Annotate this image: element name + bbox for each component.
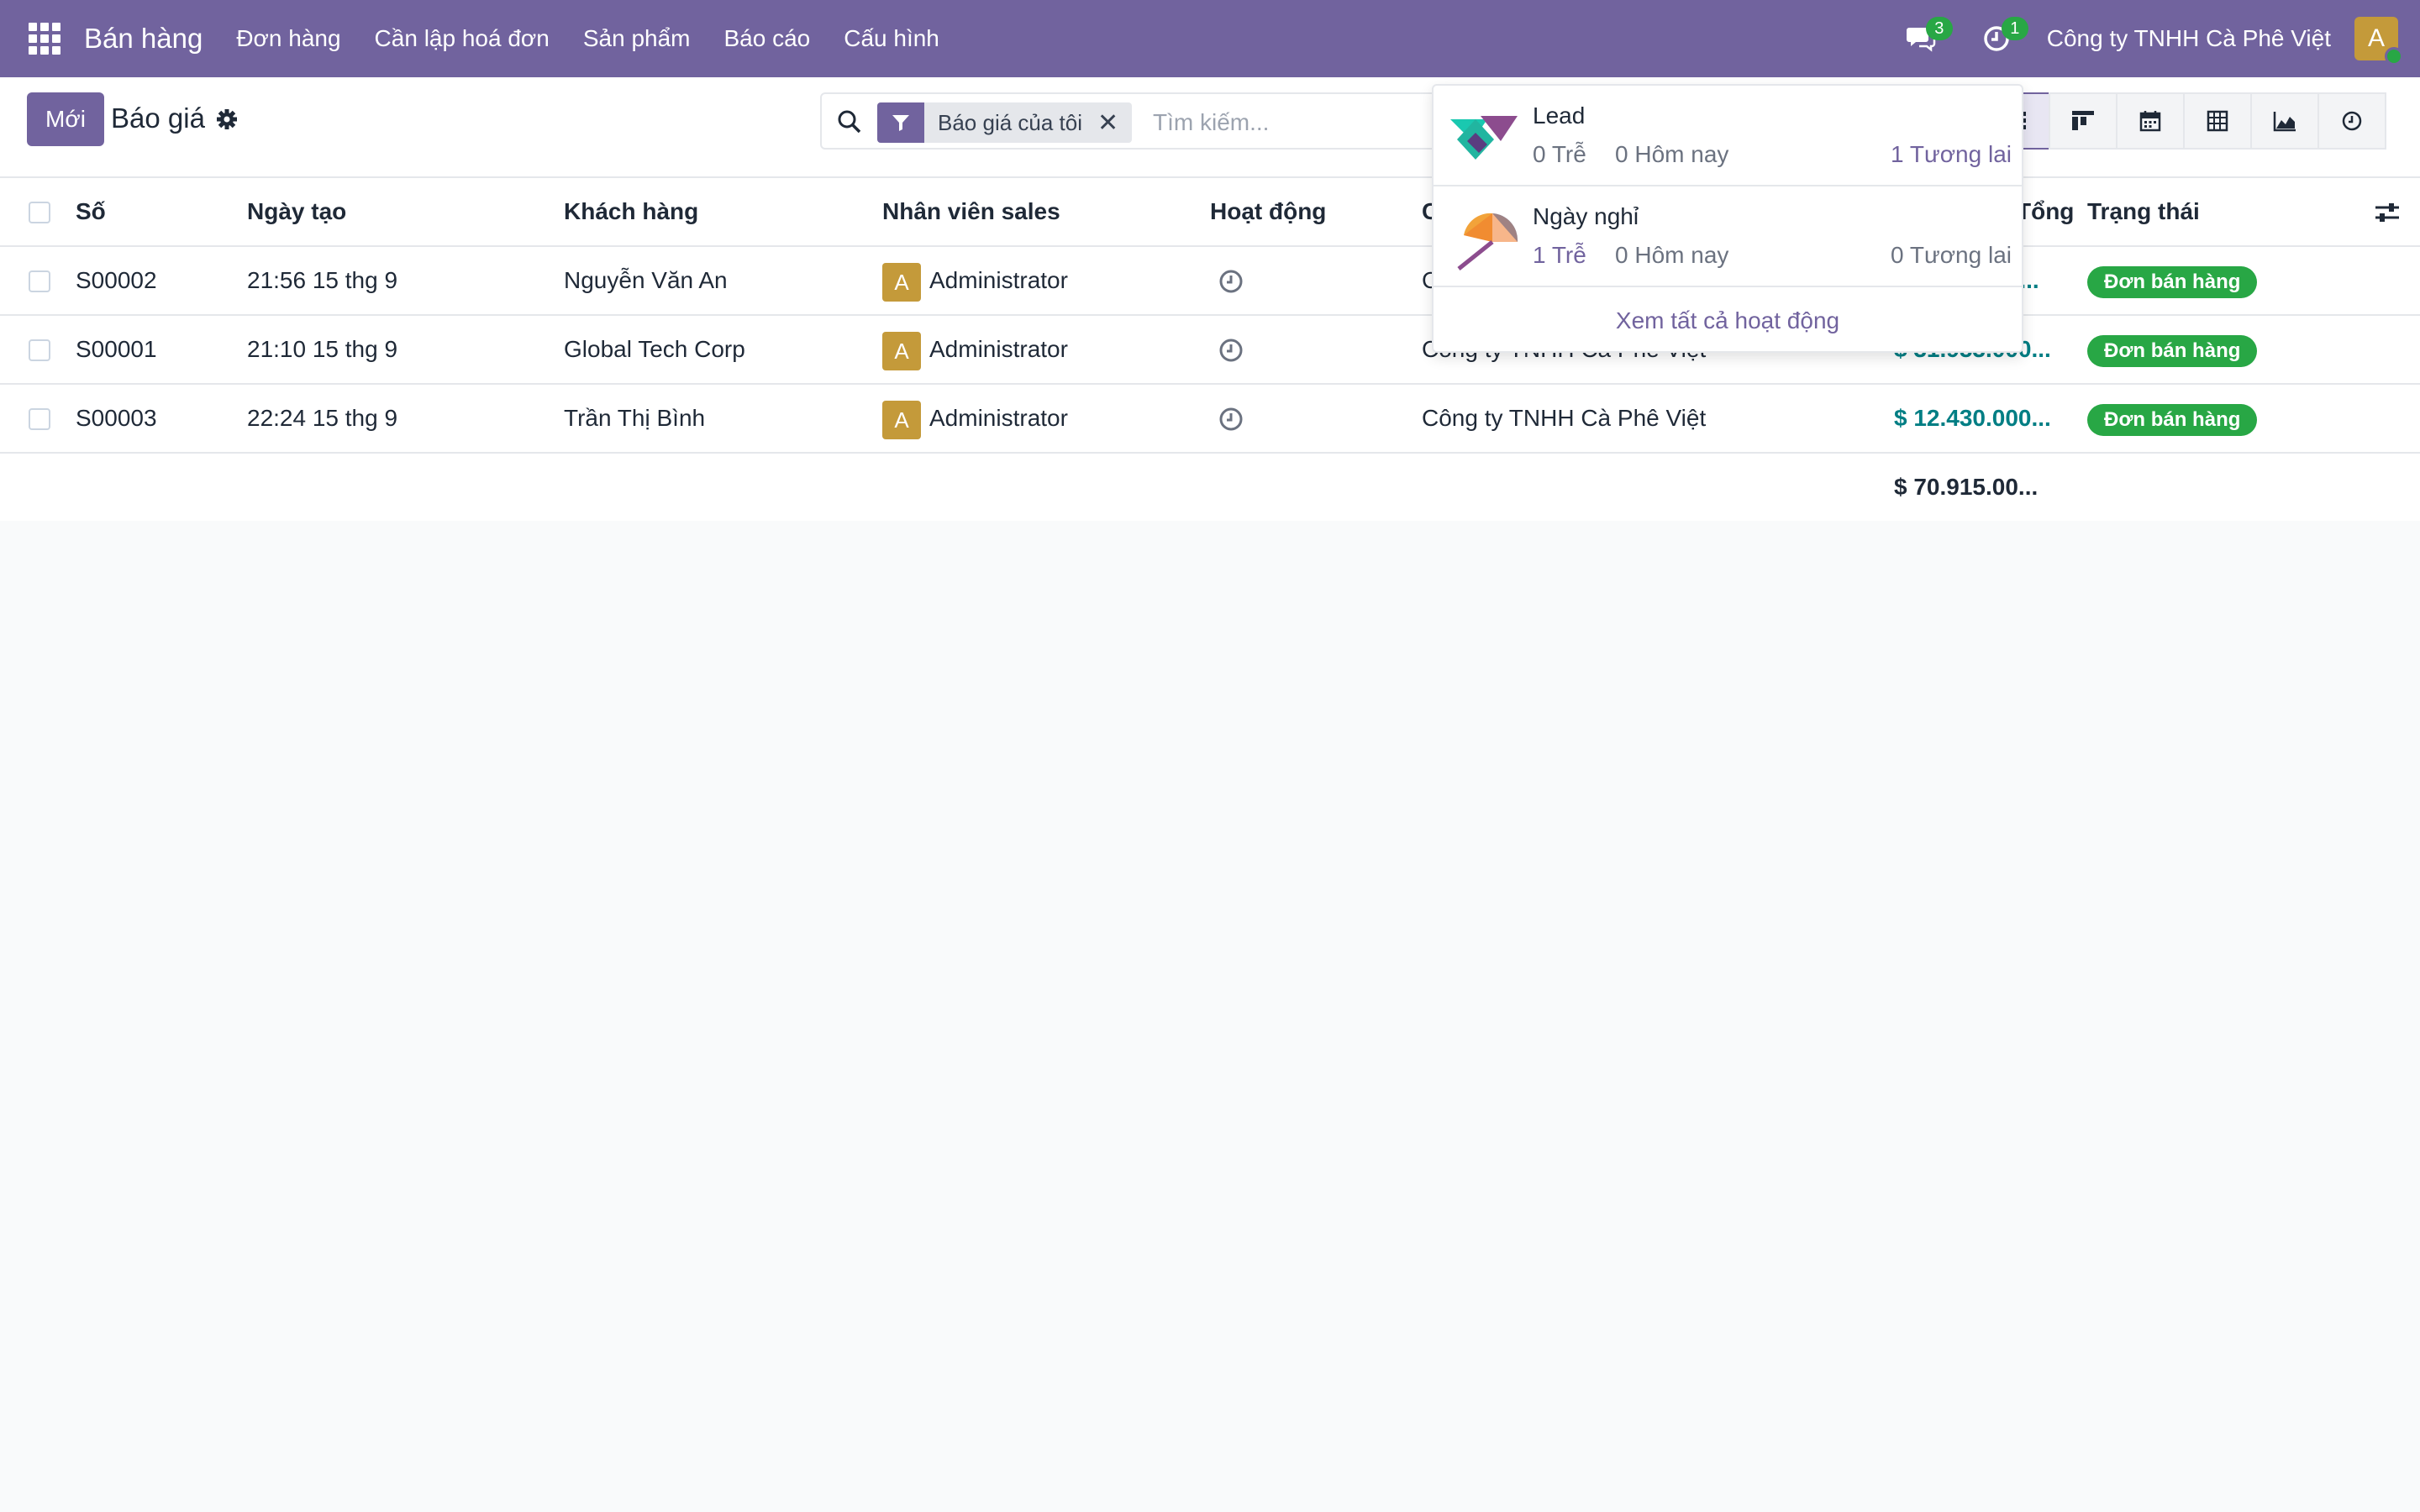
column-activities[interactable]: Hoạt động <box>1210 178 1326 245</box>
late-count[interactable]: 1 Trễ <box>1533 242 1586 269</box>
facet-label: Báo giá của tôi <box>938 109 1083 135</box>
order-status: Đơn bán hàng <box>2087 385 2258 452</box>
calendar-icon <box>2139 111 2161 132</box>
order-number: S00003 <box>76 405 157 431</box>
order-salesperson: A Administrator <box>882 316 1068 383</box>
apps-menu-icon[interactable] <box>27 21 62 56</box>
activities-badge: 1 <box>2001 17 2028 40</box>
menu-to-invoice[interactable]: Cần lập hoá đơn <box>375 25 550 52</box>
control-panel: Mới Báo giá Báo giá của tôi ✕ <box>0 77 2420 178</box>
user-initial: A <box>2367 24 2385 52</box>
activity-group-name: Lead <box>1533 102 1586 129</box>
today-count[interactable]: 0 Hôm nay <box>1615 242 1728 269</box>
select-all-checkbox[interactable] <box>29 202 50 223</box>
row-checkbox[interactable] <box>29 408 50 430</box>
top-navbar: Bán hàng Đơn hàng Cần lập hoá đơn Sản ph… <box>0 0 2420 77</box>
user-avatar[interactable]: A <box>2354 17 2403 66</box>
status-badge: Đơn bán hàng <box>2087 265 2258 298</box>
optional-columns-icon[interactable] <box>2373 198 2402 227</box>
order-date: 21:56 15 thg 9 <box>247 267 398 293</box>
online-status-dot <box>2385 47 2403 66</box>
menu-orders[interactable]: Đơn hàng <box>236 25 340 52</box>
future-count[interactable]: 1 Tương lai <box>1891 141 2012 168</box>
quotations-table: Số Ngày tạo Khách hàng Nhân viên sales H… <box>0 178 2420 521</box>
company-switcher[interactable]: Công ty TNHH Cà Phê Việt <box>2047 25 2331 52</box>
messages-button[interactable]: 3 <box>1896 13 1953 64</box>
search-input[interactable] <box>1153 104 1430 141</box>
order-number: S00002 <box>76 267 157 293</box>
activity-clock-icon[interactable] <box>1217 267 1245 296</box>
activities-button[interactable]: 1 <box>1971 13 2028 64</box>
column-total[interactable]: Tổng <box>2017 178 2074 245</box>
future-count[interactable]: 0 Tương lai <box>1891 242 2012 269</box>
pivot-view-button[interactable] <box>2183 92 2252 150</box>
order-total: $ 12.430.000... <box>1894 405 2051 431</box>
activity-clock-icon[interactable] <box>1217 405 1245 433</box>
order-salesperson: A Administrator <box>882 247 1068 314</box>
crm-handshake-icon <box>1450 116 1518 160</box>
menu-products[interactable]: Sản phẩm <box>583 25 691 52</box>
salesperson-name: Administrator <box>929 267 1068 293</box>
order-number: S00001 <box>76 336 157 362</box>
search-icon[interactable] <box>835 108 864 136</box>
salesperson-avatar: A <box>882 400 921 439</box>
column-date[interactable]: Ngày tạo <box>247 178 346 245</box>
salesperson-avatar: A <box>882 331 921 370</box>
order-status: Đơn bán hàng <box>2087 247 2258 314</box>
table-row[interactable]: S00002 21:56 15 thg 9 Nguyễn Văn An A Adm… <box>0 247 2420 316</box>
activity-clock-icon[interactable] <box>1217 336 1245 365</box>
status-badge: Đơn bán hàng <box>2087 403 2258 436</box>
order-salesperson: A Administrator <box>882 385 1068 452</box>
calendar-view-button[interactable] <box>2116 92 2185 150</box>
activity-group-name: Ngày nghỉ <box>1533 203 1639 229</box>
order-customer: Nguyễn Văn An <box>564 267 728 293</box>
salesperson-avatar: A <box>882 262 921 302</box>
row-checkbox[interactable] <box>29 270 50 292</box>
order-customer: Trần Thị Bình <box>564 405 706 431</box>
grand-total: $ 70.915.00... <box>1894 474 2039 500</box>
column-number[interactable]: Số <box>76 178 106 245</box>
facet-remove-icon[interactable]: ✕ <box>1097 108 1132 138</box>
order-date: 21:10 15 thg 9 <box>247 336 398 362</box>
order-date: 22:24 15 thg 9 <box>247 405 398 431</box>
column-salesperson[interactable]: Nhân viên sales <box>882 178 1060 245</box>
status-badge: Đơn bán hàng <box>2087 334 2258 367</box>
table-header: Số Ngày tạo Khách hàng Nhân viên sales H… <box>0 178 2420 247</box>
graph-view-button[interactable] <box>2250 92 2319 150</box>
app-name[interactable]: Bán hàng <box>84 23 203 55</box>
kanban-icon <box>2072 111 2094 130</box>
salesperson-name: Administrator <box>929 405 1068 431</box>
column-customer[interactable]: Khách hàng <box>564 178 698 245</box>
late-count[interactable]: 0 Trễ <box>1533 141 1586 168</box>
clock-icon <box>2342 111 2362 131</box>
search-bar: Báo giá của tôi ✕ <box>820 92 1442 150</box>
page-title: Báo giá <box>111 102 205 134</box>
filter-icon <box>877 102 924 143</box>
view-all-activities-link[interactable]: Xem tất cả hoạt động <box>1434 287 2022 354</box>
area-chart-icon <box>2273 112 2296 132</box>
kanban-view-button[interactable] <box>2049 92 2118 150</box>
activity-group-time-off[interactable]: Ngày nghỉ 1 Trễ 0 Hôm nay 0 Tương lai <box>1434 186 2022 287</box>
table-footer: $ 70.915.00... <box>0 454 2420 521</box>
search-facet: Báo giá của tôi ✕ <box>877 102 1133 143</box>
activity-view-button[interactable] <box>2317 92 2386 150</box>
table-row[interactable]: S00003 22:24 15 thg 9 Trần Thị Bình A Adm… <box>0 385 2420 454</box>
pivot-table-icon <box>2207 110 2228 132</box>
salesperson-name: Administrator <box>929 336 1068 362</box>
order-customer: Global Tech Corp <box>564 336 745 362</box>
gear-icon[interactable] <box>215 108 239 131</box>
column-status[interactable]: Trạng thái <box>2087 178 2200 245</box>
messages-badge: 3 <box>1925 17 1953 40</box>
order-status: Đơn bán hàng <box>2087 316 2258 383</box>
menu-reporting[interactable]: Báo cáo <box>723 25 810 52</box>
menu-configuration[interactable]: Cấu hình <box>844 25 939 52</box>
view-switcher <box>1981 92 2386 150</box>
table-row[interactable]: S00001 21:10 15 thg 9 Global Tech Corp A… <box>0 316 2420 385</box>
activity-group-lead[interactable]: Lead 0 Trễ 0 Hôm nay 1 Tương lai <box>1434 86 2022 186</box>
today-count[interactable]: 0 Hôm nay <box>1615 141 1728 168</box>
new-button[interactable]: Mới <box>27 92 104 146</box>
row-checkbox[interactable] <box>29 339 50 361</box>
activity-popover: Lead 0 Trễ 0 Hôm nay 1 Tương lai Ngày ng… <box>1432 84 2023 353</box>
umbrella-icon <box>1457 213 1518 270</box>
